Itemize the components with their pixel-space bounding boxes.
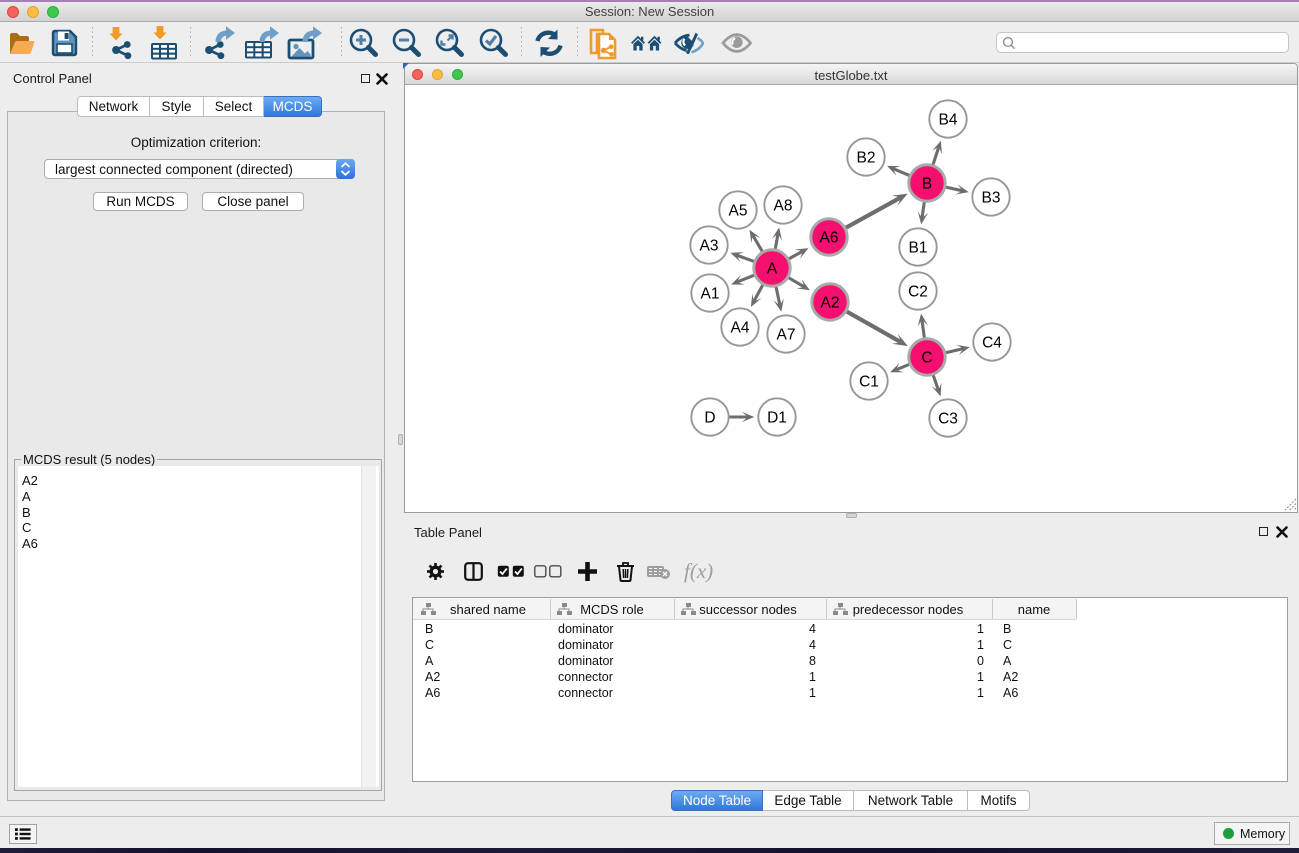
svg-text:A3: A3 — [700, 238, 719, 255]
svg-text:C2: C2 — [908, 284, 928, 301]
svg-text:A4: A4 — [731, 320, 750, 337]
svg-text:A6: A6 — [820, 230, 839, 247]
svg-text:B: B — [922, 176, 932, 193]
svg-text:A: A — [767, 261, 778, 278]
svg-text:C1: C1 — [859, 374, 879, 391]
svg-text:A1: A1 — [701, 286, 720, 303]
svg-text:C: C — [921, 350, 932, 367]
svg-text:B3: B3 — [982, 190, 1001, 207]
svg-text:C4: C4 — [982, 335, 1002, 352]
svg-text:B1: B1 — [909, 240, 928, 257]
svg-text:D: D — [704, 410, 715, 427]
svg-text:B4: B4 — [939, 112, 958, 129]
svg-text:A7: A7 — [777, 327, 796, 344]
svg-text:B2: B2 — [857, 150, 876, 167]
svg-text:A8: A8 — [774, 198, 793, 215]
svg-text:C3: C3 — [938, 411, 958, 428]
svg-text:D1: D1 — [767, 410, 787, 427]
svg-text:A2: A2 — [821, 295, 840, 312]
svg-text:A5: A5 — [729, 203, 748, 220]
